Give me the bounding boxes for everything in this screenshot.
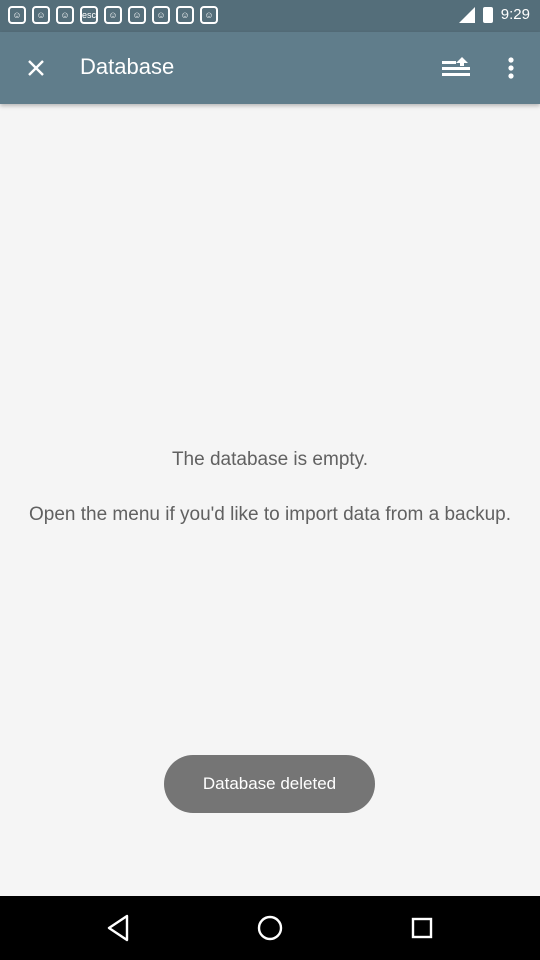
more-vertical-icon <box>508 57 514 79</box>
import-button[interactable] <box>436 48 476 88</box>
import-hint: Open the menu if you'd like to import da… <box>28 504 512 525</box>
status-bar: ☺ ☺ ☺ esc ☺ ☺ ☺ ☺ ☺ 9:29 <box>0 0 540 32</box>
notification-icon: ☺ <box>176 6 194 24</box>
notification-icon: ☺ <box>128 6 146 24</box>
notification-icon: ☺ <box>56 6 74 24</box>
status-time: 9:29 <box>500 6 530 23</box>
page-title: Database <box>80 54 175 79</box>
back-icon <box>107 914 129 942</box>
notification-icon: ☺ <box>200 6 218 24</box>
recents-button[interactable] <box>402 908 442 948</box>
notification-icon: ☺ <box>32 6 50 24</box>
more-options-button[interactable] <box>496 48 526 88</box>
notification-icon: ☺ <box>104 6 122 24</box>
app-bar: Database <box>0 32 540 104</box>
notification-icon: ☺ <box>8 6 26 24</box>
notification-icon: esc <box>80 6 98 24</box>
recents-icon <box>411 917 433 939</box>
back-button[interactable] <box>98 908 138 948</box>
status-indicators: 9:29 <box>458 6 530 23</box>
empty-message: The database is empty. <box>171 449 369 470</box>
close-icon <box>28 60 44 76</box>
notification-icon: ☺ <box>152 6 170 24</box>
battery-icon <box>482 6 493 23</box>
toast-message: Database deleted <box>164 755 375 813</box>
empty-state: The database is empty. Open the menu if … <box>20 446 520 528</box>
import-icon <box>442 57 470 76</box>
home-icon <box>257 915 283 941</box>
signal-icon <box>458 6 475 23</box>
navigation-bar <box>0 896 540 960</box>
close-button[interactable] <box>16 48 56 88</box>
home-button[interactable] <box>250 908 290 948</box>
notification-icons: ☺ ☺ ☺ esc ☺ ☺ ☺ ☺ ☺ <box>8 6 218 24</box>
toast-text: Database deleted <box>202 774 337 793</box>
